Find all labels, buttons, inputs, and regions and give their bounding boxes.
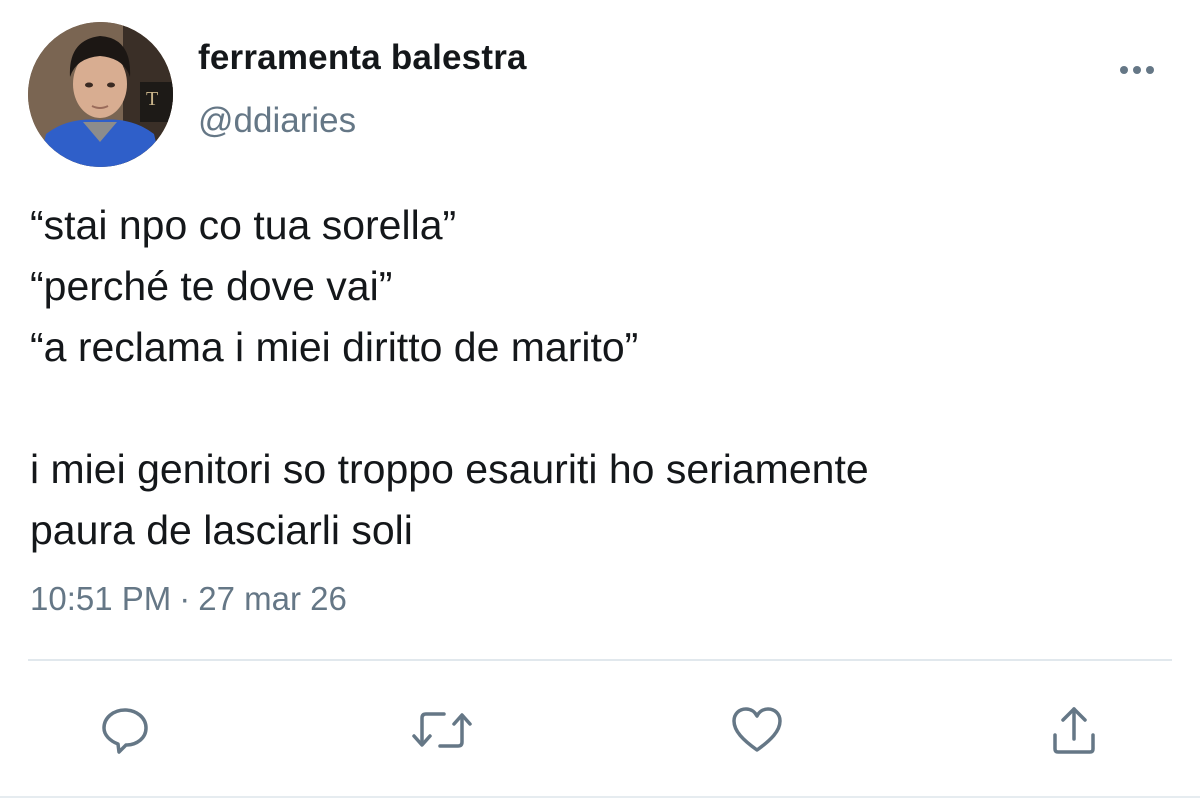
- retweet-button[interactable]: [407, 695, 477, 765]
- reply-bubble-icon: [102, 708, 148, 754]
- tweet-timestamp[interactable]: 10:51 PM · 27 mar 26: [30, 580, 347, 618]
- tweet-card: T ferramenta balestra @ddiaries “stai np…: [0, 0, 1200, 812]
- more-horizontal-icon: [1120, 66, 1154, 74]
- tweet-time: 10:51 PM: [30, 580, 172, 617]
- author-display-name[interactable]: ferramenta balestra: [198, 38, 527, 78]
- divider: [28, 659, 1172, 661]
- retweet-icon: [412, 712, 472, 748]
- tweet-date: 27 mar 26: [198, 580, 347, 617]
- tweet-actions: [0, 695, 1200, 765]
- svg-text:T: T: [146, 88, 158, 110]
- meta-separator: ·: [179, 580, 191, 617]
- reply-button[interactable]: [90, 695, 160, 765]
- tweet-text: “stai npo co tua sorella” “perché te dov…: [30, 202, 869, 553]
- author-handle[interactable]: @ddiaries: [198, 101, 356, 141]
- share-button[interactable]: [1039, 695, 1109, 765]
- share-upload-icon: [1053, 707, 1095, 754]
- like-button[interactable]: [722, 695, 792, 765]
- avatar-photo: T: [28, 22, 173, 167]
- heart-icon: [732, 707, 782, 752]
- bottom-divider: [0, 796, 1200, 798]
- avatar[interactable]: T: [28, 22, 173, 167]
- more-options-button[interactable]: [1114, 58, 1160, 82]
